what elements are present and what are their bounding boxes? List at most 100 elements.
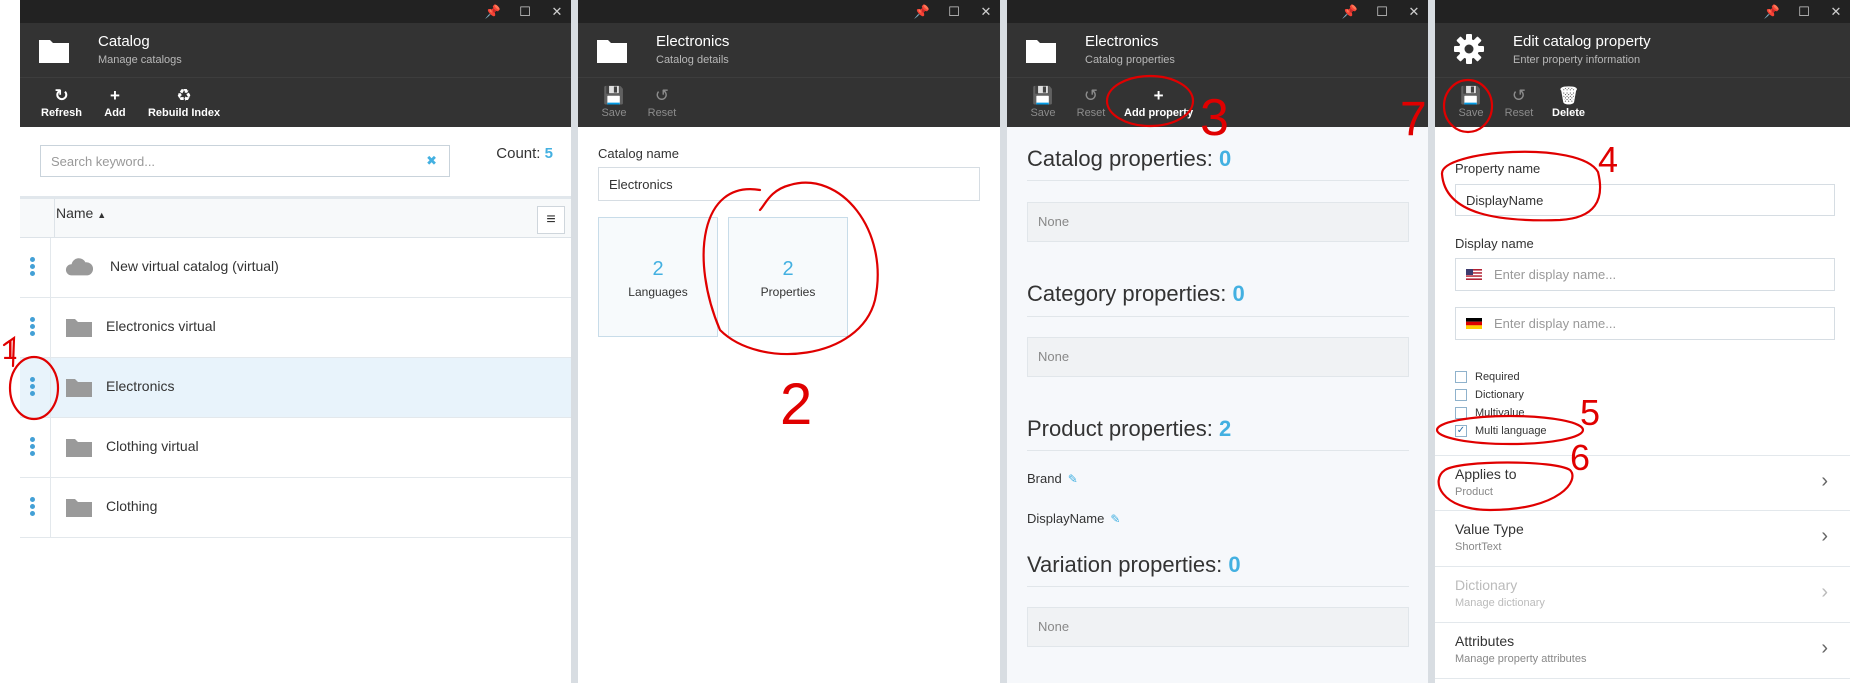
chevron-right-icon: › (1821, 637, 1828, 659)
blade-toolbar: 💾 Save ↺ Reset 🗑 Delete (1435, 77, 1850, 127)
property-name-input[interactable]: DisplayName (1455, 184, 1835, 216)
blade-toolbar: ↻ Refresh + Add ♻ Rebuild Index (20, 77, 571, 127)
maximize-icon[interactable]: ☐ (517, 4, 533, 20)
save-button[interactable]: 💾 Save (1023, 78, 1063, 127)
folder-icon (39, 40, 69, 63)
close-icon[interactable]: ✕ (1406, 4, 1422, 20)
blade-title: Electronics (656, 33, 730, 50)
property-item-displayname[interactable]: DisplayName ✎ (1027, 511, 1120, 526)
clear-search-icon[interactable]: ✖ (426, 153, 437, 169)
reset-icon: ↺ (1511, 85, 1527, 105)
plus-icon: + (1153, 85, 1164, 105)
grid-menu-button[interactable]: ≡ (537, 206, 565, 234)
maximize-icon[interactable]: ☐ (1796, 4, 1812, 20)
catalog-row-selected[interactable]: Electronics (20, 358, 571, 418)
reset-button[interactable]: ↺ Reset (1071, 78, 1111, 127)
reset-icon: ↺ (1083, 85, 1099, 105)
catalog-name-input[interactable]: Electronics (598, 167, 980, 201)
pin-icon[interactable]: 📌 (485, 4, 501, 20)
required-checkbox[interactable]: Required (1455, 371, 1520, 383)
rebuild-index-button[interactable]: ♻ Rebuild Index (143, 78, 225, 127)
edit-catalog-property-blade: 📌 ☐ ✕ Edit catalog property Enter proper… (1435, 0, 1850, 683)
save-icon: 💾 (603, 85, 625, 105)
pin-icon[interactable]: 📌 (1342, 4, 1358, 20)
blade-toolbar: 💾 Save ↺ Reset (578, 77, 1000, 127)
catalog-name: Clothing (106, 498, 158, 514)
attributes-row[interactable]: Attributes Manage property attributes › (1435, 623, 1850, 679)
property-name-label: Property name (1455, 161, 1541, 176)
reset-button[interactable]: ↺ Reset (1499, 78, 1539, 127)
close-icon[interactable]: ✕ (1828, 4, 1844, 20)
catalog-row[interactable]: Clothing virtual (20, 418, 571, 478)
maximize-icon[interactable]: ☐ (946, 4, 962, 20)
pin-icon[interactable]: 📌 (1764, 4, 1780, 20)
row-actions-icon[interactable] (30, 257, 36, 278)
blade-toolbar: 💾 Save ↺ Reset + Add property (1007, 77, 1428, 127)
column-header-name[interactable]: Name ▲ (56, 205, 106, 221)
add-property-button[interactable]: + Add property (1119, 78, 1198, 127)
product-properties-heading: Product properties: 2 (1027, 416, 1232, 441)
catalog-properties-heading: Catalog properties: 0 (1027, 146, 1232, 171)
maximize-icon[interactable]: ☐ (1374, 4, 1390, 20)
display-name-label: Display name (1455, 236, 1534, 251)
languages-count: 2 (652, 258, 664, 280)
row-actions-icon[interactable] (30, 377, 36, 398)
folder-icon (597, 40, 627, 63)
product-properties-count: 2 (1219, 416, 1232, 441)
reset-button[interactable]: ↺ Reset (642, 78, 682, 127)
catalog-row[interactable]: Electronics virtual (20, 298, 571, 358)
annotation-label: 1 (2, 334, 18, 365)
display-name-de-input[interactable]: Enter display name... (1455, 307, 1835, 340)
sort-asc-icon: ▲ (97, 210, 107, 220)
save-icon: 💾 (1460, 85, 1482, 105)
row-actions-icon[interactable] (30, 497, 36, 518)
applies-to-row[interactable]: Applies to Product › (1435, 455, 1850, 511)
refresh-button[interactable]: ↻ Refresh (36, 78, 87, 127)
delete-button[interactable]: 🗑 Delete (1547, 78, 1590, 127)
multivalue-checkbox[interactable]: Multivalue (1455, 407, 1525, 419)
blade-header: Catalog Manage catalogs (20, 23, 571, 77)
properties-count: 2 (782, 258, 794, 280)
blade-header: Electronics Catalog details (578, 23, 1000, 77)
chevron-right-icon: › (1821, 470, 1828, 492)
value-type-row[interactable]: Value Type ShortText › (1435, 511, 1850, 567)
multi-language-checkbox[interactable]: ✓ Multi language (1455, 425, 1547, 437)
close-icon[interactable]: ✕ (549, 4, 565, 20)
catalog-row[interactable]: Clothing (20, 478, 571, 538)
trash-icon: 🗑 (1557, 85, 1580, 105)
display-name-en-input[interactable]: Enter display name... (1455, 258, 1835, 291)
blade-subtitle: Manage catalogs (98, 54, 182, 66)
folder-icon (66, 439, 92, 457)
blade-subtitle: Catalog properties (1085, 54, 1175, 66)
properties-tile[interactable]: 2 Properties (728, 217, 848, 337)
search-input[interactable]: Search keyword... ✖ (40, 145, 450, 177)
languages-label: Languages (628, 285, 688, 299)
catalog-name: Clothing virtual (106, 438, 199, 454)
edit-icon[interactable]: ✎ (1068, 472, 1078, 486)
languages-tile[interactable]: 2 Languages (598, 217, 718, 337)
blade-title: Catalog (98, 33, 150, 50)
catalog-name: Electronics virtual (106, 318, 216, 334)
row-actions-icon[interactable] (30, 437, 36, 458)
dictionary-checkbox[interactable]: Dictionary (1455, 389, 1524, 401)
row-actions-icon[interactable] (30, 317, 36, 338)
grid-header: Name ▲ ≡ (20, 196, 571, 241)
variation-properties-count: 0 (1228, 552, 1241, 577)
empty-state: None (1027, 337, 1409, 377)
close-icon[interactable]: ✕ (978, 4, 994, 20)
catalog-row[interactable]: New virtual catalog (virtual) (20, 238, 571, 298)
gear-icon (1454, 34, 1484, 64)
save-button[interactable]: 💾 Save (594, 78, 634, 127)
refresh-icon: ↻ (54, 85, 69, 105)
save-button[interactable]: 💾 Save (1451, 78, 1491, 127)
add-button[interactable]: + Add (95, 78, 135, 127)
annotation-mark (2, 335, 16, 368)
edit-icon[interactable]: ✎ (1110, 512, 1120, 526)
catalog-name-label: Catalog name (598, 146, 679, 161)
pin-icon[interactable]: 📌 (914, 4, 930, 20)
us-flag-icon (1466, 269, 1482, 280)
de-flag-icon (1466, 318, 1482, 329)
blade-divider (1000, 0, 1007, 683)
recycle-icon: ♻ (176, 85, 192, 105)
property-item-brand[interactable]: Brand ✎ (1027, 471, 1078, 486)
